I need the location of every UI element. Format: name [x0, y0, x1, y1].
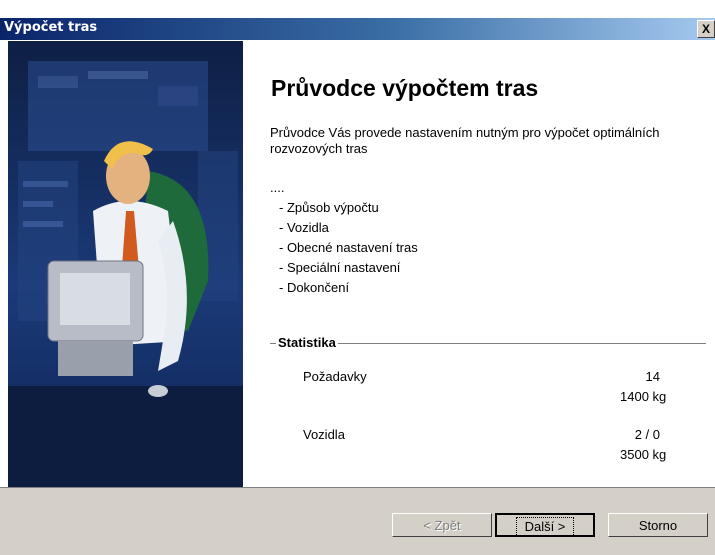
man-at-computer-icon: [8, 61, 243, 487]
cancel-button[interactable]: Storno: [608, 513, 708, 537]
step-item: - Způsob výpočtu: [279, 200, 379, 215]
stat-weight: 1400 kg: [620, 389, 667, 404]
close-button[interactable]: X: [697, 20, 715, 38]
wizard-illustration: [8, 41, 243, 487]
stat-label: Vozidla: [303, 427, 345, 442]
intro-dots: ....: [270, 180, 285, 195]
statistics-title: Statistika: [276, 335, 338, 350]
step-item: - Obecné nastavení tras: [279, 240, 418, 255]
statistics-group-header: Statistika: [270, 335, 706, 351]
intro-text: Průvodce Vás provede nastavením nutným p…: [270, 125, 660, 156]
stat-label: Požadavky: [303, 369, 367, 384]
stat-weight: 3500 kg: [620, 447, 667, 462]
wizard-window: Výpočet tras X Průvodce výpočtem tras Pr…: [0, 0, 715, 555]
next-button-label: Další >: [515, 517, 575, 537]
step-item: - Dokončení: [279, 280, 350, 295]
stat-count: 2 / 0: [634, 427, 660, 442]
wizard-content: Průvodce výpočtem tras Průvodce Vás prov…: [243, 41, 715, 487]
page-title: Průvodce výpočtem tras: [271, 75, 539, 101]
back-button[interactable]: < Zpět: [392, 513, 492, 537]
steps-list: - Způsob výpočtu - Vozidla - Obecné nast…: [279, 198, 418, 298]
step-item: - Vozidla: [279, 220, 329, 235]
stat-count: 14: [645, 369, 660, 384]
step-item: - Speciální nastavení: [279, 260, 401, 275]
window-title: Výpočet tras: [4, 20, 98, 35]
title-bar[interactable]: Výpočet tras X: [0, 18, 715, 40]
button-bar: < Zpět Další > Storno: [0, 487, 715, 555]
next-button[interactable]: Další >: [495, 513, 595, 537]
